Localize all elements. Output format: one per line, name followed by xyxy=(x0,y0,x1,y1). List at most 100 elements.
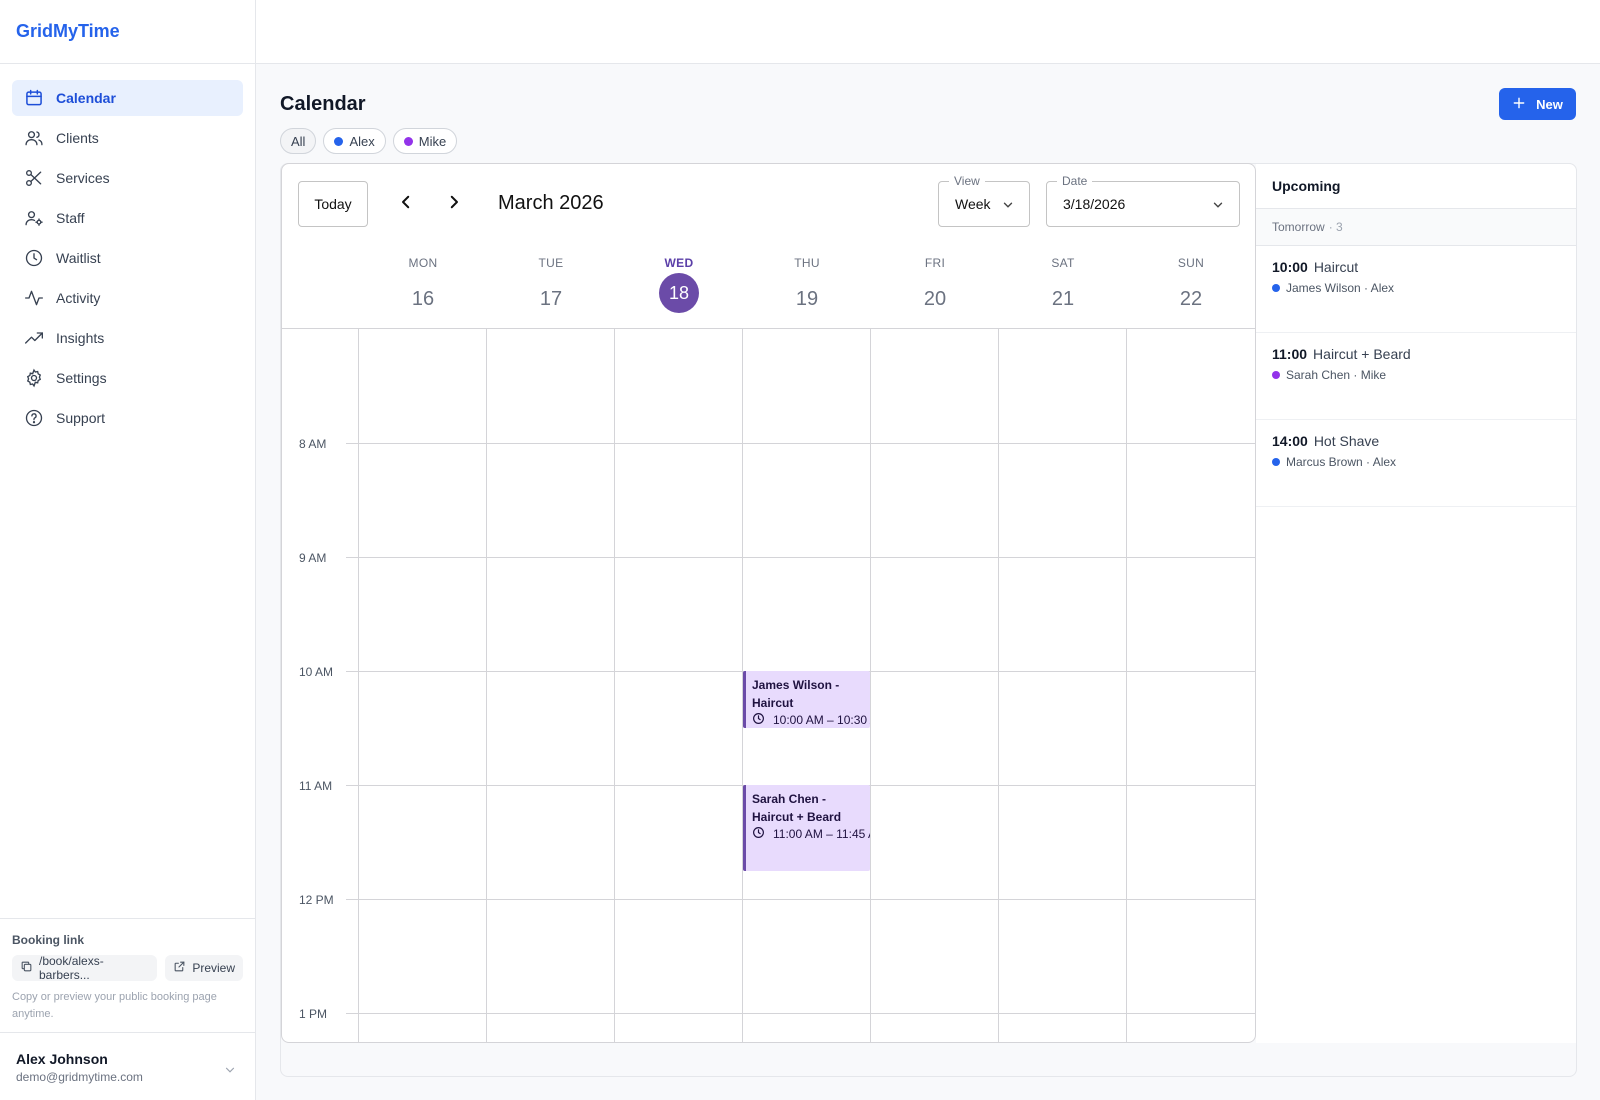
scissors-icon xyxy=(24,168,44,188)
copy-icon xyxy=(20,960,33,976)
today-button[interactable]: Today xyxy=(298,181,368,227)
day-header-tue[interactable]: TUE 17 xyxy=(487,256,615,319)
sidebar-item-services[interactable]: Services xyxy=(12,160,243,196)
filter-label: Alex xyxy=(349,133,375,149)
appointment-service: Hot Shave xyxy=(1313,433,1380,449)
day-header-fri[interactable]: FRI 20 xyxy=(871,256,999,319)
grid-line xyxy=(998,329,999,1042)
booking-link-text: /book/alexs-barbers... xyxy=(39,954,104,982)
preview-button[interactable]: Preview xyxy=(165,955,243,981)
event-title: Sarah Chen - Haircut + Beard xyxy=(752,792,842,824)
sidebar-item-label: Waitlist xyxy=(56,250,101,266)
upcoming-group-header: Tomorrow · 3 xyxy=(1256,209,1576,246)
hour-tick xyxy=(346,557,358,558)
help-circle-icon xyxy=(24,408,44,428)
next-week-button[interactable] xyxy=(442,192,466,216)
booking-link-section: Booking link /book/alexs-barbers... Prev… xyxy=(0,918,255,1035)
chevron-down-icon xyxy=(1211,198,1225,212)
chevron-down-icon xyxy=(223,1063,237,1077)
filter-label: Mike xyxy=(418,133,447,149)
trending-up-icon xyxy=(24,328,44,348)
new-button[interactable]: New xyxy=(1499,88,1576,120)
new-button-label: New xyxy=(1536,96,1563,112)
sidebar-item-calendar[interactable]: Calendar xyxy=(12,80,243,116)
group-label: Tomorrow xyxy=(1272,220,1325,234)
day-header-wed[interactable]: WED 18 xyxy=(615,256,743,313)
sidebar-nav: Calendar Clients Services Staff Waitlist… xyxy=(0,64,255,456)
event-title: James Wilson - Haircut xyxy=(752,678,840,710)
day-date: 20 xyxy=(923,288,947,310)
upcoming-item[interactable]: 11:00 Haircut + Beard Sarah Chen · Mike xyxy=(1256,333,1576,420)
time-label: 1 PM xyxy=(299,1007,328,1021)
upcoming-title: Upcoming xyxy=(1256,164,1576,209)
staff-color-dot xyxy=(1272,458,1280,466)
gear-icon xyxy=(24,368,44,388)
day-header-sun[interactable]: SUN 22 xyxy=(1127,256,1255,319)
day-header-mon[interactable]: MON 16 xyxy=(359,256,487,319)
appointment-detail: Sarah Chen · Mike xyxy=(1286,368,1387,382)
time-label: 9 AM xyxy=(299,551,327,565)
grid-line xyxy=(614,329,615,1042)
day-header-thu[interactable]: THU 19 xyxy=(743,256,871,319)
user-menu[interactable]: Alex Johnson demo@gridmytime.com xyxy=(0,1032,255,1100)
copy-booking-link-button[interactable]: /book/alexs-barbers... xyxy=(12,954,158,982)
sidebar-item-label: Activity xyxy=(56,290,101,306)
grid-line xyxy=(1126,329,1127,1042)
sidebar-item-label: Calendar xyxy=(56,90,116,106)
hour-tick xyxy=(346,1013,358,1014)
appointment-time: 10:00 xyxy=(1272,259,1308,275)
staff-color-dot xyxy=(403,136,413,146)
sidebar-item-waitlist[interactable]: Waitlist xyxy=(12,240,243,276)
prev-week-button[interactable] xyxy=(394,192,418,216)
calendar-event[interactable]: James Wilson - Haircut 10:00 AM – 10:30 … xyxy=(743,671,870,728)
hour-tick xyxy=(346,899,358,900)
sidebar-item-label: Clients xyxy=(56,130,99,146)
upcoming-item[interactable]: 14:00 Hot Shave Marcus Brown · Alex xyxy=(1256,420,1576,507)
hour-line xyxy=(358,1013,1255,1014)
day-name: TUE xyxy=(538,256,564,270)
staff-color-dot xyxy=(1272,371,1280,379)
event-time: 11:00 AM – 11:45 AM xyxy=(773,827,870,841)
day-name: SUN xyxy=(1177,256,1205,270)
hour-line xyxy=(358,443,1255,444)
grid-line xyxy=(870,329,871,1042)
user-cog-icon xyxy=(24,208,44,228)
upcoming-panel: Upcoming Tomorrow · 3 10:00 Haircut James… xyxy=(1256,163,1577,1043)
clock-icon xyxy=(24,248,44,268)
clock-icon xyxy=(752,712,765,728)
appointment-detail: James Wilson · Alex xyxy=(1286,281,1395,295)
sidebar-item-support[interactable]: Support xyxy=(12,400,243,436)
date-select[interactable]: Date 3/18/2026 xyxy=(1046,174,1240,227)
view-select-value: Week xyxy=(955,196,991,212)
calendar-panel: Today March 2026 View Week Date 3/18/202… xyxy=(281,163,1256,1043)
time-label: 12 PM xyxy=(299,893,334,907)
time-grid[interactable]: 8 AM 9 AM 10 AM 11 AM 12 PM 1 PM James W… xyxy=(282,328,1255,1042)
calendar-event[interactable]: Sarah Chen - Haircut + Beard 11:00 AM – … xyxy=(743,785,870,871)
brand-logo[interactable]: GridMyTime xyxy=(16,21,120,42)
sidebar-item-activity[interactable]: Activity xyxy=(12,280,243,316)
sidebar-item-clients[interactable]: Clients xyxy=(12,120,243,156)
sidebar-item-insights[interactable]: Insights xyxy=(12,320,243,356)
day-header-sat[interactable]: SAT 21 xyxy=(999,256,1127,319)
day-date: 16 xyxy=(411,288,435,310)
sidebar-item-staff[interactable]: Staff xyxy=(12,200,243,236)
brand-header: GridMyTime xyxy=(0,0,255,64)
appointment-service: Haircut xyxy=(1313,259,1359,275)
date-select-value: 3/18/2026 xyxy=(1063,196,1126,212)
filter-alex[interactable]: Alex xyxy=(323,128,386,154)
sidebar: GridMyTime Calendar Clients Services Sta… xyxy=(0,0,256,1100)
sidebar-item-settings[interactable]: Settings xyxy=(12,360,243,396)
hour-tick xyxy=(346,785,358,786)
users-icon xyxy=(24,128,44,148)
appointment-time: 14:00 xyxy=(1272,433,1308,449)
filter-all[interactable]: All xyxy=(280,128,317,154)
filter-mike[interactable]: Mike xyxy=(392,128,458,154)
view-select[interactable]: View Week xyxy=(938,174,1030,227)
chevron-left-icon xyxy=(397,193,415,216)
upcoming-item[interactable]: 10:00 Haircut James Wilson · Alex xyxy=(1256,246,1576,333)
group-count: · 3 xyxy=(1328,220,1343,234)
top-bar xyxy=(256,0,1600,64)
appointment-time: 11:00 xyxy=(1272,346,1308,362)
sidebar-item-label: Insights xyxy=(56,330,105,346)
grid-line xyxy=(486,329,487,1042)
